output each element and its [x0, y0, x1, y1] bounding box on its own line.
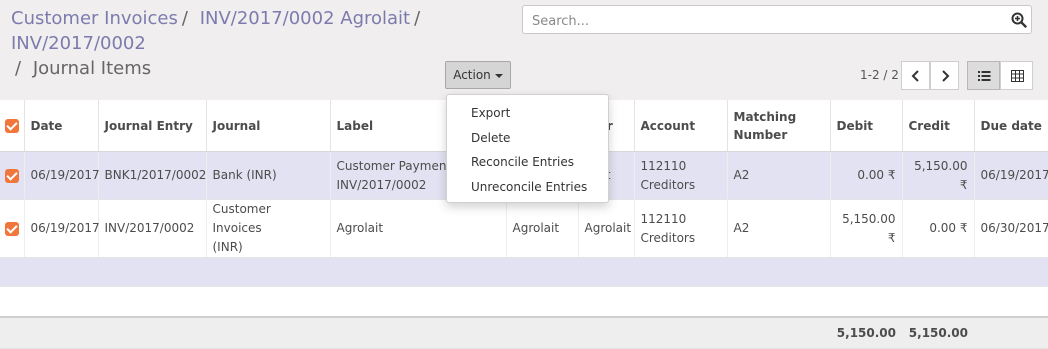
- empty-row: [0, 257, 1048, 287]
- column-header-due-date[interactable]: Due date: [973, 100, 1048, 152]
- cell-journal: Bank (INR): [205, 151, 330, 200]
- action-dropdown-menu: Export Delete Reconcile Entries Unreconc…: [446, 94, 609, 203]
- action-label: Action: [453, 68, 491, 82]
- cell-due-date: 06/30/2017: [973, 199, 1048, 258]
- search-bar: [522, 5, 1032, 34]
- cell-partner: Agrolait: [577, 199, 634, 258]
- breadcrumb: Customer Invoices / INV/2017/0002 Agrolai…: [11, 6, 516, 81]
- breadcrumb-separator: /: [181, 8, 188, 29]
- select-all-checkbox[interactable]: [0, 100, 24, 152]
- action-dropdown-button[interactable]: Action: [445, 61, 511, 89]
- caret-down-icon: [494, 73, 503, 78]
- cell-journal-entry: INV/2017/0002: [97, 199, 206, 258]
- list-icon: [978, 71, 991, 81]
- cell-matching-number: A2: [726, 199, 830, 258]
- cell-credit: 5,150.00 ₹: [901, 151, 974, 200]
- cell-account-line2: Creditors: [640, 177, 696, 192]
- cell-reference: Agrolait: [505, 199, 578, 258]
- menu-item-unreconcile-entries[interactable]: Unreconcile Entries: [447, 176, 608, 201]
- cell-account: 112110 Creditors: [633, 151, 727, 200]
- list-view-button[interactable]: [967, 61, 1000, 90]
- cell-journal-line1: Customer Invoices: [212, 202, 271, 235]
- cell-account-line1: 112110: [640, 158, 687, 173]
- breadcrumb-active: Journal Items: [32, 58, 152, 79]
- pager-next-button[interactable]: [930, 61, 959, 90]
- cell-account: 112110 Creditors: [633, 199, 727, 258]
- totals-spacer: [974, 316, 1048, 349]
- column-header-debit[interactable]: Debit: [829, 100, 902, 152]
- chevron-right-icon: [942, 70, 950, 82]
- cell-date: 06/19/2017: [23, 199, 100, 258]
- table-row[interactable]: 06/19/2017 INV/2017/0002 Customer Invoic…: [0, 199, 1048, 258]
- pivot-view-button[interactable]: [1000, 61, 1033, 90]
- cell-date: 06/19/2017: [23, 151, 100, 200]
- checkbox-checked-icon: [4, 221, 19, 236]
- checkbox-checked-icon: [4, 168, 19, 183]
- menu-item-delete[interactable]: Delete: [447, 127, 608, 152]
- empty-row: [0, 286, 1048, 318]
- checkbox-checked-icon: [4, 119, 19, 133]
- cell-debit: 5,150.00 ₹: [829, 199, 902, 258]
- column-header-account[interactable]: Account: [633, 100, 727, 152]
- search-input[interactable]: [530, 11, 1004, 31]
- breadcrumb-item-invoice-partner[interactable]: INV/2017/0002 Agrolait: [200, 8, 410, 29]
- cell-label-line2: INV/2017/0002: [336, 177, 427, 192]
- column-header-matching-number[interactable]: Matching Number: [726, 100, 830, 152]
- cell-credit: 0.00 ₹: [901, 199, 974, 258]
- chevron-left-icon: [911, 70, 919, 82]
- control-panel: Customer Invoices / INV/2017/0002 Agrolai…: [0, 0, 1048, 101]
- column-header-date[interactable]: Date: [23, 100, 98, 152]
- pager-value[interactable]: 1-2 / 2: [860, 68, 899, 82]
- menu-item-reconcile-entries[interactable]: Reconcile Entries: [447, 151, 608, 176]
- column-header-credit[interactable]: Credit: [901, 100, 974, 152]
- column-header-journal[interactable]: Journal: [205, 100, 330, 152]
- row-checkbox[interactable]: [0, 151, 24, 200]
- cell-label-line1: Customer Payment: [336, 158, 452, 173]
- total-credit: 5,150.00: [902, 316, 974, 349]
- cell-account-line1: 112110: [640, 211, 687, 226]
- cell-matching-number: A2: [726, 151, 830, 200]
- menu-item-export[interactable]: Export: [447, 102, 608, 127]
- totals-spacer: [0, 316, 830, 349]
- breadcrumb-item-customer-invoices[interactable]: Customer Invoices: [11, 8, 178, 29]
- table-icon: [1011, 70, 1024, 82]
- row-checkbox[interactable]: [0, 199, 24, 258]
- column-header-journal-entry[interactable]: Journal Entry: [97, 100, 206, 152]
- cell-journal-line2: (INR): [212, 240, 243, 254]
- search-plus-icon[interactable]: [1011, 12, 1027, 28]
- cell-journal-entry: BNK1/2017/0002: [97, 151, 206, 200]
- pager-previous-button[interactable]: [901, 61, 930, 90]
- cell-due-date: 06/19/2017: [973, 151, 1048, 200]
- total-debit: 5,150.00: [830, 316, 902, 349]
- empty-cell: [0, 257, 1048, 287]
- empty-cell: [0, 286, 1048, 318]
- breadcrumb-separator: /: [414, 8, 421, 29]
- breadcrumb-item-invoice[interactable]: INV/2017/0002: [11, 33, 146, 54]
- cell-label: Agrolait: [329, 199, 506, 258]
- cell-journal: Customer Invoices (INR): [205, 199, 330, 258]
- breadcrumb-separator: /: [15, 58, 22, 79]
- cell-account-line2: Creditors: [640, 230, 696, 245]
- cell-debit: 0.00 ₹: [829, 151, 902, 200]
- totals-row: 5,150.00 5,150.00: [0, 316, 1048, 349]
